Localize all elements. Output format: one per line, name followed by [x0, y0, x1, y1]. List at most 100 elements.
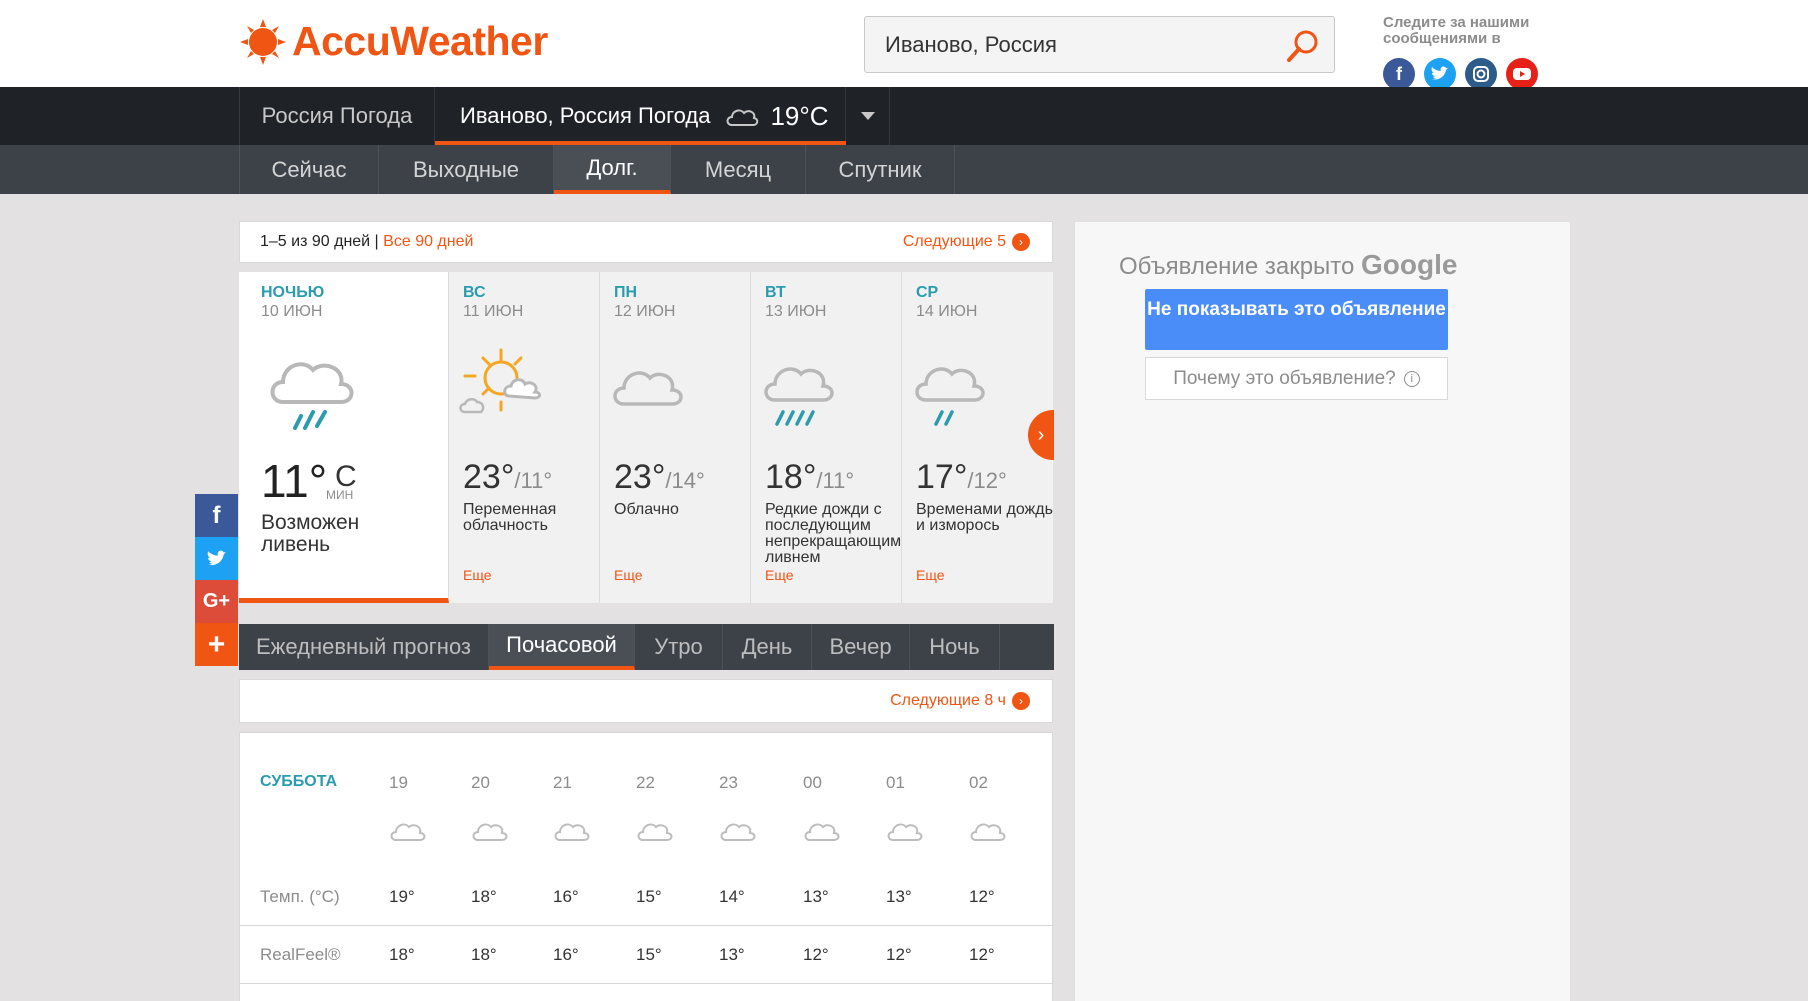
- day-description: Временами дождь и изморось: [916, 501, 1053, 534]
- search-button[interactable]: [1282, 25, 1324, 67]
- chevron-down-icon: [860, 112, 875, 120]
- more-link[interactable]: Еще: [463, 567, 492, 583]
- tab-weekend[interactable]: Выходные: [379, 145, 554, 194]
- tab-night[interactable]: Ночь: [910, 624, 1000, 670]
- day-name: ВТ: [765, 284, 786, 301]
- hour-realfeel: 12°: [969, 945, 995, 964]
- hour-realfeel: 18°: [389, 945, 415, 964]
- tab-now[interactable]: Сейчас: [239, 145, 379, 194]
- follow-us-text: Следите за нашими сообщениями в: [1383, 14, 1530, 47]
- min-label: МИН: [326, 488, 354, 502]
- range-bar: 1–5 из 90 дней | Все 90 дней Следующие 5…: [239, 221, 1053, 263]
- more-link[interactable]: Еще: [614, 567, 643, 583]
- accuweather-logo[interactable]: AccuWeather: [240, 18, 548, 65]
- hour-temp: 18°: [471, 887, 497, 906]
- tab-long-range[interactable]: Долг.: [554, 145, 671, 194]
- hour-temp: 14°: [719, 887, 745, 906]
- chevron-right-icon: ›: [1037, 423, 1045, 446]
- day-temps: 23°/11°: [463, 458, 552, 497]
- country-weather-label: Россия Погода: [261, 103, 413, 128]
- search-icon: [1287, 30, 1318, 62]
- low-temp: 11°: [261, 455, 328, 507]
- current-temp: 19°C: [770, 100, 829, 131]
- tab-day[interactable]: День: [723, 624, 812, 670]
- low-temp: /14°: [665, 468, 705, 493]
- low-temp: /12°: [967, 468, 1007, 493]
- hour-realfeel: 15°: [636, 945, 662, 964]
- day-temps: 23°/14°: [614, 458, 705, 497]
- day-date: 13 ИЮН: [765, 303, 827, 320]
- twitter-icon[interactable]: [1424, 58, 1456, 90]
- day-card-monday[interactable]: ПН 12 ИЮН 23°/14° Облачно Еще: [600, 272, 751, 603]
- city-weather-link[interactable]: Иваново, Россия Погода 19°C: [435, 87, 846, 145]
- cloudy-icon: [887, 823, 923, 841]
- ad-closed-text: Объявление закрыто: [1119, 253, 1355, 280]
- tab-satellite[interactable]: Спутник: [806, 145, 955, 194]
- location-dropdown[interactable]: [846, 87, 890, 145]
- temp-row-label: Темп. (°C): [260, 887, 340, 906]
- share-google-plus-button[interactable]: G+: [195, 580, 238, 623]
- ad-panel: Объявление закрыто Google Не показывать …: [1074, 221, 1571, 1001]
- tab-morning[interactable]: Утро: [635, 624, 723, 670]
- twitter-icon: [207, 550, 226, 565]
- hour-temp: 16°: [553, 887, 579, 906]
- heavy-rain-icon: [764, 367, 834, 426]
- hour-realfeel: 18°: [471, 945, 497, 964]
- hour-label: 22: [636, 773, 655, 792]
- next-8-hours-link[interactable]: Следующие 8 ч ›: [890, 692, 1030, 710]
- hour-realfeel: 12°: [886, 945, 912, 964]
- more-link[interactable]: Еще: [765, 567, 794, 583]
- cloudy-icon: [970, 823, 1006, 841]
- share-facebook-button[interactable]: f: [195, 494, 238, 537]
- day-card-tuesday[interactable]: ВТ 13 ИЮН 18°/11° Редкие дожди с последу…: [751, 272, 902, 603]
- tab-evening[interactable]: Вечер: [812, 624, 910, 670]
- cloudy-icon: [804, 823, 840, 841]
- day-temps: 17°/12°: [916, 458, 1007, 497]
- more-link[interactable]: Еще: [916, 567, 945, 583]
- share-more-button[interactable]: +: [195, 623, 238, 666]
- share-twitter-button[interactable]: [195, 537, 238, 580]
- hour-realfeel: 12°: [803, 945, 829, 964]
- row-divider: [240, 983, 1054, 984]
- forecast-nav: Сейчас Выходные Долг. Месяц Спутник: [0, 145, 1808, 194]
- day-name: НОЧЬЮ: [261, 284, 325, 301]
- hour-temp: 13°: [803, 887, 829, 906]
- hour-temp: 15°: [636, 887, 662, 906]
- instagram-icon[interactable]: [1465, 58, 1497, 90]
- hour-label: 23: [719, 773, 738, 792]
- forecast-tabs: Ежедневный прогноз Почасовой Утро День В…: [239, 624, 1054, 670]
- day-name: ВС: [463, 284, 486, 301]
- row-divider: [240, 925, 1054, 926]
- youtube-icon[interactable]: [1506, 58, 1538, 90]
- search-input[interactable]: [885, 29, 1265, 61]
- country-weather-link[interactable]: Россия Погода: [239, 87, 435, 145]
- range-info: 1–5 из 90 дней | Все 90 дней: [260, 233, 473, 251]
- plus-icon: +: [207, 627, 226, 661]
- tab-daily[interactable]: Ежедневный прогноз: [239, 624, 489, 670]
- facebook-icon[interactable]: f: [1383, 58, 1415, 90]
- day-date: 12 ИЮН: [614, 303, 676, 320]
- day-card-sunday[interactable]: ВС 11 ИЮН 23°/11° Переменная облачность …: [449, 272, 600, 603]
- cloudy-icon: [554, 823, 590, 841]
- day-card-tonight[interactable]: НОЧЬЮ 10 ИЮН 11° C МИН Возможен ливень: [239, 272, 449, 603]
- daily-cards: НОЧЬЮ 10 ИЮН 11° C МИН Возможен ливень В…: [239, 272, 1053, 603]
- site-header: AccuWeather Следите за нашими сообщениям…: [0, 0, 1808, 90]
- hour-label: 00: [803, 773, 822, 792]
- next-8-hours-label: Следующие 8 ч: [890, 692, 1006, 709]
- tab-hourly[interactable]: Почасовой: [489, 624, 635, 670]
- search-box: [864, 16, 1335, 73]
- rain-shower-icon: [270, 362, 354, 430]
- hide-ad-button[interactable]: Не показывать это объявление: [1145, 289, 1448, 350]
- all-days-link[interactable]: Все 90 дней: [383, 233, 473, 250]
- info-icon: i: [1403, 370, 1420, 387]
- why-this-ad-button[interactable]: Почему это объявление? i: [1145, 357, 1448, 400]
- tab-month[interactable]: Месяц: [671, 145, 806, 194]
- hourly-nav-bar: Следующие 8 ч ›: [239, 679, 1053, 723]
- high-temp: 23°: [463, 458, 515, 496]
- day-temps: 18°/11°: [765, 458, 854, 497]
- facebook-icon: f: [212, 501, 221, 529]
- cloudy-icon: [390, 823, 426, 841]
- hour-temp: 19°: [389, 887, 415, 906]
- next-5-link[interactable]: Следующие 5 ›: [903, 233, 1030, 251]
- cloud-icon: [726, 109, 759, 126]
